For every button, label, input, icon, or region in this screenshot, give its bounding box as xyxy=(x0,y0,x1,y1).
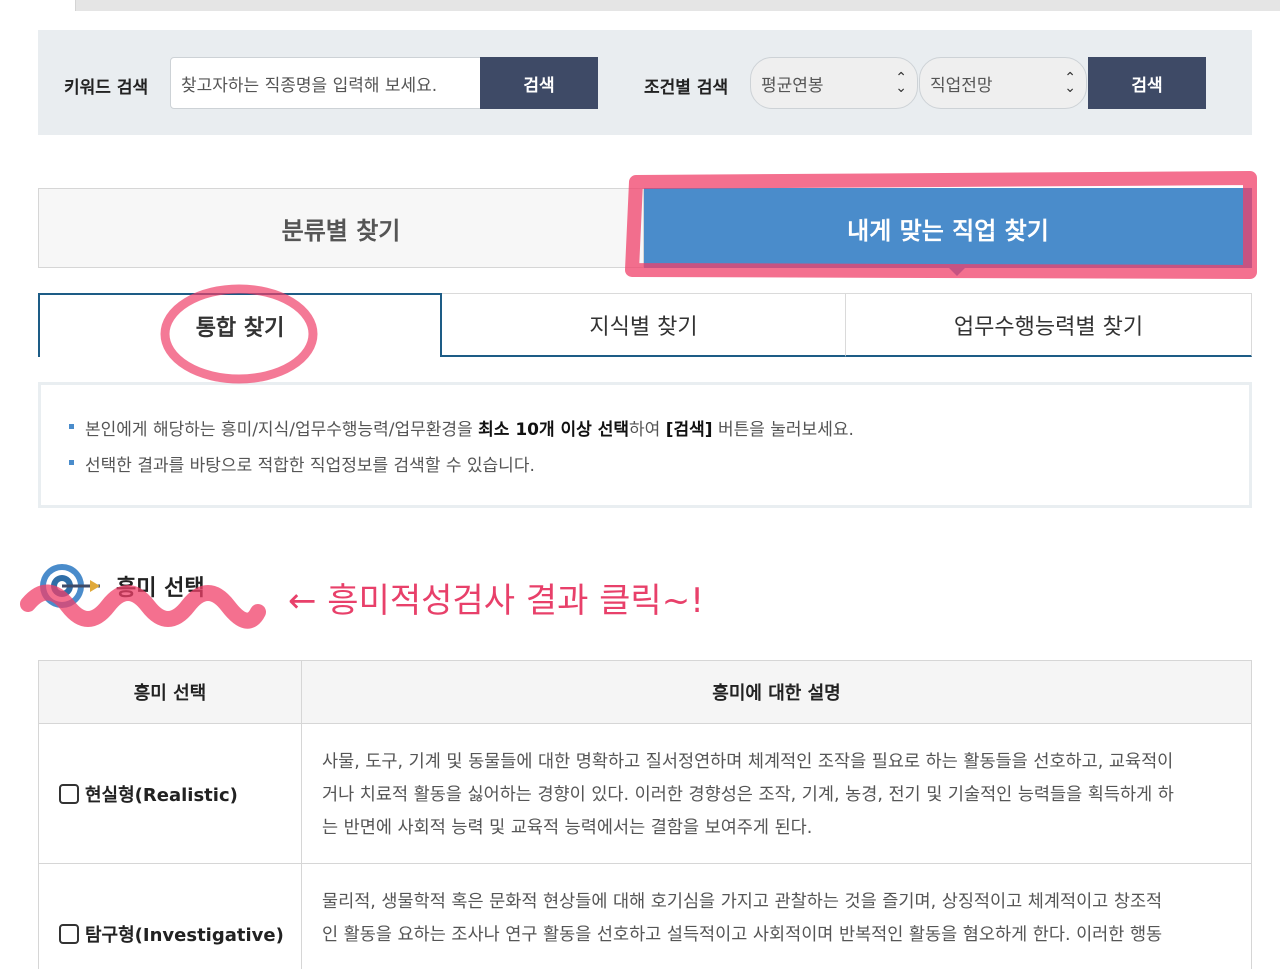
info-text: 버튼을 눌러보세요. xyxy=(712,420,854,440)
column-header: 흥미에 대한 설명 xyxy=(302,661,1252,723)
table-row: 현실형(Realistic) 사물, 도구, 기계 및 동물들에 대한 명확하고… xyxy=(38,724,1252,864)
outlook-select[interactable]: 직업전망 ⌃ ⌄ xyxy=(919,57,1087,109)
keyword-search-label: 키워드 검색 xyxy=(64,78,149,98)
outlook-select-value: 직업전망 xyxy=(930,76,993,96)
keyword-search-input[interactable]: 찾고자하는 직종명을 입력해 보세요. xyxy=(170,57,481,109)
info-emphasis: 최소 10개 이상 선택 xyxy=(478,420,630,440)
info-emphasis: [검색] xyxy=(665,420,713,440)
condition-search-label: 조건별 검색 xyxy=(644,78,729,98)
active-tab-pointer xyxy=(948,267,966,276)
condition-search-button[interactable]: 검색 xyxy=(1088,57,1206,109)
interest-description: 물리적, 생물학적 혹은 문화적 현상들에 대해 호기심을 가지고 관찰하는 것… xyxy=(302,864,1252,969)
tab-by-category[interactable]: 분류별 찾기 xyxy=(38,188,644,268)
info-line: 선택한 결과를 바탕으로 적합한 직업정보를 검색할 수 있습니다. xyxy=(69,451,1249,487)
checkbox-icon[interactable] xyxy=(59,783,79,804)
subtab-knowledge[interactable]: 지식별 찾기 xyxy=(442,293,846,357)
horizontal-scrollbar[interactable] xyxy=(75,0,1280,11)
table-row: 탐구형(Investigative) 물리적, 생물학적 혹은 문화적 현상들에… xyxy=(38,864,1252,969)
interest-checkbox-investigative[interactable]: 탐구형(Investigative) xyxy=(38,864,302,969)
description-line: 거나 치료적 활동을 싫어하는 경향이 있다. 이러한 경향성은 조작, 기계,… xyxy=(322,785,1174,805)
main-tabs: 분류별 찾기 내게 맞는 직업 찾기 xyxy=(38,188,1252,276)
bullet-icon xyxy=(69,424,74,429)
browser-top-strip xyxy=(0,0,1280,12)
description-line: 는 반면에 사회적 능력 및 교육적 능력에서는 결함을 보여주게 된다. xyxy=(322,818,813,838)
search-panel: 키워드 검색 찾고자하는 직종명을 입력해 보세요. 검색 조건별 검색 평균연… xyxy=(38,30,1252,135)
checkbox-icon[interactable] xyxy=(59,923,79,944)
section-title: 흥미 선택 xyxy=(38,560,205,612)
interest-label: 현실형(Realistic) xyxy=(85,784,238,806)
info-text: 선택한 결과를 바탕으로 적합한 직업정보를 검색할 수 있습니다. xyxy=(85,456,535,476)
interest-checkbox-realistic[interactable]: 현실형(Realistic) xyxy=(38,724,302,863)
annotation-handwriting: ← 흥미적성검사 결과 클릭~! xyxy=(288,581,704,621)
subtab-job-ability[interactable]: 업무수행능력별 찾기 xyxy=(846,293,1252,357)
interest-table: 흥미 선택 흥미에 대한 설명 현실형(Realistic) 사물, 도구, 기… xyxy=(38,660,1252,969)
section-title-text: 흥미 선택 xyxy=(116,576,205,601)
chevron-updown-icon: ⌃ ⌄ xyxy=(1064,70,1076,96)
interest-description: 사물, 도구, 기계 및 동물들에 대한 명확하고 질서정연하며 체계적인 조작… xyxy=(302,724,1252,863)
info-text: 하여 xyxy=(629,420,666,440)
description-line: 물리적, 생물학적 혹은 문화적 현상들에 대해 호기심을 가지고 관찰하는 것… xyxy=(322,892,1163,912)
description-line: 인 활동을 요하는 조사나 연구 활동을 선호하고 설득적이고 사회적이며 반복… xyxy=(322,925,1163,945)
tab-find-my-job[interactable]: 내게 맞는 직업 찾기 xyxy=(644,188,1252,276)
keyword-search-button[interactable]: 검색 xyxy=(480,57,598,109)
interest-label: 탐구형(Investigative) xyxy=(85,924,284,946)
subtab-integrated[interactable]: 통합 찾기 xyxy=(38,293,442,357)
target-arrow-icon xyxy=(40,564,100,608)
sub-tabs: 통합 찾기 지식별 찾기 업무수행능력별 찾기 xyxy=(38,293,1252,357)
info-box: 본인에게 해당하는 흥미/지식/업무수행능력/업무환경을 최소 10개 이상 선… xyxy=(38,382,1252,508)
salary-select[interactable]: 평균연봉 ⌃ ⌄ xyxy=(750,57,918,109)
bullet-icon xyxy=(69,460,74,465)
table-header: 흥미 선택 흥미에 대한 설명 xyxy=(38,661,1252,724)
chevron-updown-icon: ⌃ ⌄ xyxy=(895,70,907,96)
description-line: 사물, 도구, 기계 및 동물들에 대한 명확하고 질서정연하며 체계적인 조작… xyxy=(322,752,1174,772)
column-header: 흥미 선택 xyxy=(38,661,302,723)
salary-select-value: 평균연봉 xyxy=(761,76,824,96)
info-text: 본인에게 해당하는 흥미/지식/업무수행능력/업무환경을 xyxy=(85,420,479,440)
tab-find-my-job-label: 내게 맞는 직업 찾기 xyxy=(847,216,1049,245)
info-line: 본인에게 해당하는 흥미/지식/업무수행능력/업무환경을 최소 10개 이상 선… xyxy=(69,415,1249,451)
